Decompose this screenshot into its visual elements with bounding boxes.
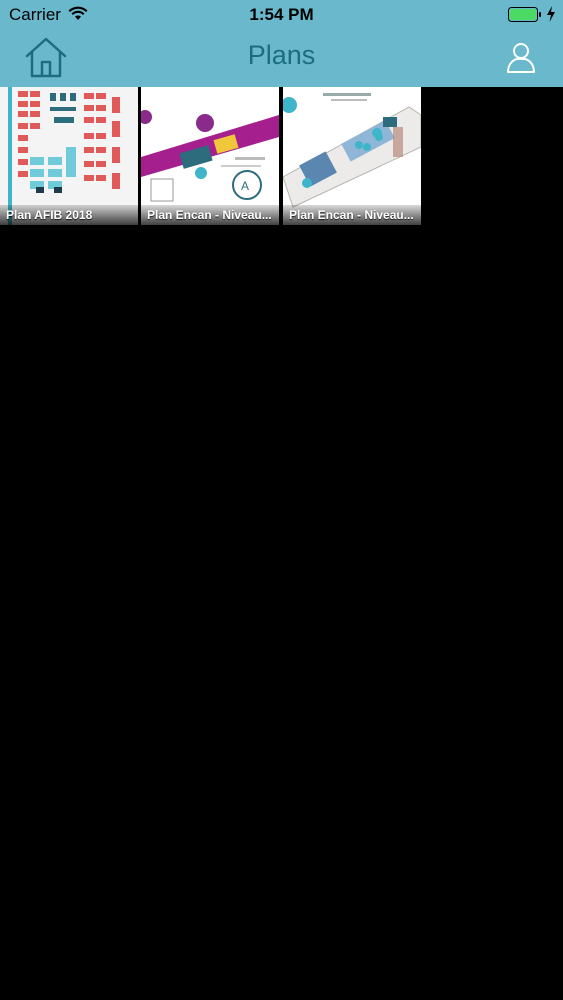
charging-bolt-icon	[547, 6, 555, 22]
tile-caption: Plan AFIB 2018	[0, 205, 138, 225]
plan-title: Plan Encan - Niveau...	[147, 208, 272, 222]
page-title: Plans	[247, 40, 316, 70]
plan-title: Plan Encan - Niveau...	[289, 208, 414, 222]
battery-icon	[508, 7, 541, 22]
status-bar: Carrier 1:54 PM	[0, 0, 563, 30]
plan-tile[interactable]: A Plan Encan - Niveau...	[141, 87, 279, 225]
plan-title: Plan AFIB 2018	[6, 208, 93, 222]
navigation-bar: Plans	[0, 30, 563, 87]
user-icon[interactable]	[504, 40, 538, 74]
plan-tile[interactable]: Plan Encan - Niveau...	[283, 87, 421, 225]
tile-caption: Plan Encan - Niveau...	[283, 205, 421, 225]
tile-caption: Plan Encan - Niveau...	[141, 205, 279, 225]
status-time: 1:54 PM	[249, 5, 314, 24]
plan-tile[interactable]: Plan AFIB 2018	[0, 87, 138, 225]
svg-text:A: A	[241, 179, 249, 193]
